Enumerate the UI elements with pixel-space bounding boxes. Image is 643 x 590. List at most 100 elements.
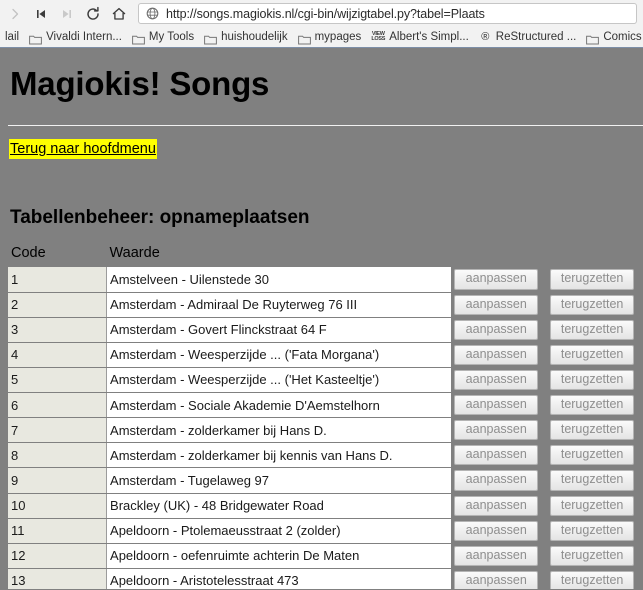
rewind-to-first-button[interactable] (28, 3, 54, 25)
bookmark-label: My Tools (148, 31, 195, 43)
browser-toolbar: http://songs.magiokis.nl/cgi-bin/wijzigt… (0, 0, 643, 27)
reset-button-cell: terugzetten (547, 467, 643, 494)
table-row: 12 Apeldoorn - oefenruimte achterin De Ma… (8, 543, 643, 569)
registered-favicon: ® (481, 30, 490, 43)
cell-waarde: Apeldoorn - Ptolemaeusstraat 2 (zolder) (106, 518, 452, 544)
cell-code: 7 (8, 417, 108, 444)
cell-waarde: Amsterdam - Admiraal De Ruyterweg 76 III (106, 292, 452, 318)
edit-button-cell: aanpassen (451, 543, 548, 569)
reset-button[interactable]: terugzetten (550, 470, 635, 491)
reset-button-cell: terugzetten (547, 493, 643, 519)
cell-waarde: Apeldoorn - oefenruimte achterin De Mate… (106, 543, 452, 569)
cell-waarde: Amsterdam - Sociale Akademie D'Aemstelho… (106, 392, 452, 419)
reset-button-cell: terugzetten (547, 392, 643, 419)
cell-code: 2 (8, 292, 108, 318)
reset-button[interactable]: terugzetten (550, 369, 635, 391)
folder-icon (297, 32, 311, 44)
skip-back-icon (34, 7, 48, 21)
reset-button[interactable]: terugzetten (550, 344, 635, 365)
home-icon (111, 6, 127, 22)
bookmark-item[interactable]: mypages (293, 28, 367, 46)
bookmark-item[interactable]: Comics (581, 28, 643, 46)
bookmark-label: Comics (603, 31, 642, 43)
back-to-main-menu-link[interactable]: Terug naar hoofdmenu (9, 139, 157, 160)
edit-button[interactable]: aanpassen (454, 395, 539, 416)
edit-button-cell: aanpassen (451, 392, 548, 419)
edit-button[interactable]: aanpassen (454, 369, 539, 391)
reset-button[interactable]: terugzetten (550, 420, 635, 441)
edit-button[interactable]: aanpassen (454, 420, 539, 441)
reset-button-cell: terugzetten (547, 267, 643, 293)
folder-icon (132, 32, 145, 44)
table-body: 1 Amstelveen - Uilenstede 30 aanpassen teru… (8, 267, 643, 589)
edit-button-cell: aanpassen (451, 367, 548, 394)
section-title: Tabellenbeheer: opnameplaatsen (10, 207, 310, 229)
table-row: 9 Amsterdam - Tugelaweg 97 aanpassen terugz… (8, 467, 643, 494)
cell-code: 4 (8, 342, 108, 368)
bookmarks-bar: lail Vivaldi Intern... My Tools huishoud… (0, 27, 643, 47)
bookmark-label: Albert's Simpl... (389, 31, 469, 43)
table-header: Code Waarde (8, 245, 643, 267)
bookmark-item[interactable]: ® ReStructured ... (474, 28, 582, 46)
edit-button[interactable]: aanpassen (454, 445, 539, 466)
bookmark-item[interactable]: My Tools (127, 28, 199, 46)
column-header-reset (547, 245, 643, 267)
cell-waarde: Amsterdam - Weesperzijde ... ('Fata Morg… (106, 342, 452, 368)
edit-button[interactable]: aanpassen (454, 470, 539, 491)
cell-waarde: Amstelveen - Uilenstede 30 (106, 267, 452, 293)
fast-forward-to-last-button[interactable] (54, 3, 80, 25)
edit-button-cell: aanpassen (451, 292, 548, 318)
edit-button-cell: aanpassen (451, 442, 548, 469)
cell-code: 10 (8, 493, 108, 519)
reset-button-cell: terugzetten (547, 417, 643, 444)
reload-button[interactable] (80, 3, 106, 25)
column-header-code: Code (11, 245, 46, 262)
table-header-row: Code Waarde (8, 245, 643, 267)
reset-button-cell: terugzetten (547, 568, 643, 589)
reset-button-cell: terugzetten (547, 518, 643, 544)
edit-button[interactable]: aanpassen (454, 520, 539, 541)
edit-button-cell: aanpassen (451, 417, 548, 444)
reset-button-cell: terugzetten (547, 317, 643, 343)
table-row: 2 Amsterdam - Admiraal De Ruyterweg 76 II… (8, 292, 643, 318)
forward-button[interactable] (2, 3, 28, 25)
edit-button[interactable]: aanpassen (454, 294, 539, 315)
table-row: 1 Amstelveen - Uilenstede 30 aanpassen teru… (8, 267, 643, 293)
reset-button[interactable]: terugzetten (550, 294, 635, 315)
cell-code: 9 (8, 467, 108, 494)
reset-button-cell: terugzetten (547, 367, 643, 394)
edit-button[interactable]: aanpassen (454, 545, 539, 566)
bookmark-item[interactable]: Vivaldi Intern... (24, 28, 127, 46)
horizontal-divider (8, 125, 643, 127)
edit-button-cell: aanpassen (451, 267, 548, 293)
folder-icon (29, 32, 42, 44)
reset-button[interactable]: terugzetten (550, 319, 635, 340)
cell-waarde: Brackley (UK) - 48 Bridgewater Road (106, 493, 452, 519)
bookmark-item[interactable]: huishoudelijk (199, 28, 293, 46)
reset-button[interactable]: terugzetten (550, 269, 635, 290)
reset-button[interactable]: terugzetten (550, 445, 635, 466)
reset-button[interactable]: terugzetten (550, 545, 635, 566)
page-content: Magiokis! Songs Terug naar hoofdmenu Tab… (0, 48, 643, 589)
address-bar[interactable]: http://songs.magiokis.nl/cgi-bin/wijzigt… (138, 3, 637, 24)
cell-code: 8 (8, 442, 108, 469)
edit-button[interactable]: aanpassen (454, 269, 539, 290)
column-header-edit (451, 245, 547, 267)
bookmark-item[interactable]: lail (0, 28, 24, 46)
reset-button[interactable]: terugzetten (550, 495, 635, 516)
edit-button[interactable]: aanpassen (454, 570, 539, 589)
reset-button[interactable]: terugzetten (550, 570, 635, 589)
url-text[interactable]: http://songs.magiokis.nl/cgi-bin/wijzigt… (166, 7, 485, 21)
edit-button[interactable]: aanpassen (454, 319, 539, 340)
bookmark-label: ReStructured ... (495, 31, 577, 43)
reset-button[interactable]: terugzetten (550, 520, 635, 541)
bookmark-item[interactable]: VIEW LOSS Albert's Simpl... (366, 28, 474, 46)
edit-button-cell: aanpassen (451, 467, 548, 494)
home-button[interactable] (106, 3, 132, 25)
table-row: 13 Apeldoorn - Aristotelesstraat 473 aanpa… (8, 568, 643, 589)
table-row: 5 Amsterdam - Weesperzijde ... ('Het Kast… (8, 367, 643, 394)
reset-button[interactable]: terugzetten (550, 395, 635, 416)
edit-button[interactable]: aanpassen (454, 495, 539, 516)
edit-button[interactable]: aanpassen (454, 344, 539, 365)
reload-icon (85, 6, 101, 22)
